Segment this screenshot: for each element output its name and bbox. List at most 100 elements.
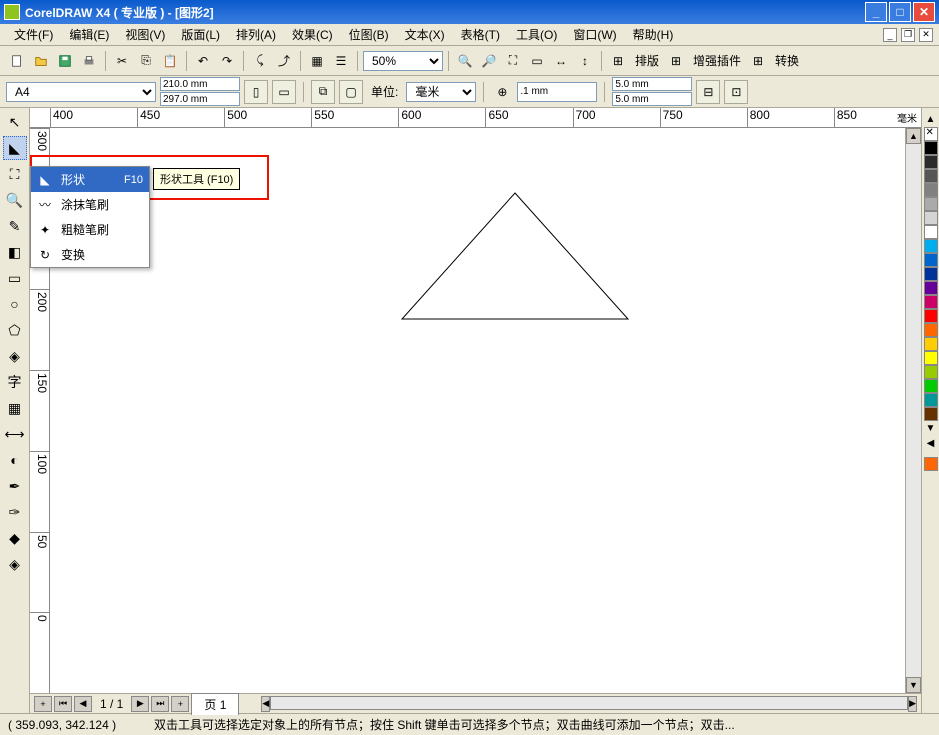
enhance-label[interactable]: 增强插件 — [689, 52, 745, 69]
page-height-input[interactable] — [160, 92, 240, 106]
outline-tool[interactable]: ✑ — [3, 500, 27, 524]
scroll-down-button[interactable]: ▼ — [906, 677, 921, 693]
scroll-right-button[interactable]: ▶ — [908, 696, 917, 712]
table-tool[interactable]: ▦ — [3, 396, 27, 420]
close-button[interactable]: ✕ — [913, 2, 935, 22]
current-page-button[interactable]: ▢ — [339, 80, 363, 104]
freehand-tool[interactable]: ✎ — [3, 214, 27, 238]
first-page-button[interactable]: ⏮ — [54, 696, 72, 712]
menu-arrange[interactable]: 排列(A) — [228, 24, 284, 45]
color-swatch[interactable] — [924, 295, 938, 309]
import-button[interactable]: ⤹ — [249, 50, 271, 72]
doc-restore-button[interactable]: ❐ — [901, 28, 915, 42]
open-button[interactable] — [30, 50, 52, 72]
redo-button[interactable]: ↷ — [216, 50, 238, 72]
menu-file[interactable]: 文件(F) — [6, 24, 61, 45]
color-swatch[interactable] — [924, 253, 938, 267]
interactive-tool[interactable]: ◐ — [3, 448, 27, 472]
paste-button[interactable]: 📋 — [159, 50, 181, 72]
menu-effects[interactable]: 效果(C) — [284, 24, 341, 45]
color-swatch[interactable] — [924, 365, 938, 379]
duplicate-y-input[interactable] — [612, 92, 692, 106]
save-button[interactable] — [54, 50, 76, 72]
menu-bitmap[interactable]: 位图(B) — [341, 24, 397, 45]
rectangle-tool[interactable]: ▭ — [3, 266, 27, 290]
crop-tool[interactable]: ⛶ — [3, 162, 27, 186]
palette-flyout-button[interactable]: ◀ — [925, 436, 937, 451]
snap-button[interactable]: ⊞ — [607, 50, 629, 72]
palette-down-button[interactable]: ▼ — [924, 421, 938, 436]
portrait-button[interactable]: ▯ — [244, 80, 268, 104]
new-button[interactable] — [6, 50, 28, 72]
add-page-after-button[interactable]: + — [171, 696, 189, 712]
horizontal-scrollbar[interactable]: ◀ ▶ — [261, 696, 917, 712]
app-launcher-button[interactable]: ▦ — [306, 50, 328, 72]
color-swatch[interactable] — [924, 197, 938, 211]
zoom-fit-button[interactable]: ⛶ — [502, 50, 524, 72]
page-width-input[interactable] — [160, 77, 240, 91]
menu-window[interactable]: 窗口(W) — [565, 24, 624, 45]
eyedropper-tool[interactable]: ✒ — [3, 474, 27, 498]
welcome-button[interactable]: ☰ — [330, 50, 352, 72]
color-swatch[interactable] — [924, 379, 938, 393]
enhance-icon[interactable]: ⊞ — [665, 50, 687, 72]
color-swatch[interactable] — [924, 281, 938, 295]
minimize-button[interactable]: _ — [865, 2, 887, 22]
palette-up-button[interactable]: ▲ — [924, 112, 938, 127]
secondary-color-swatch[interactable] — [924, 457, 938, 471]
scroll-up-button[interactable]: ▲ — [906, 128, 921, 144]
pick-tool[interactable]: ↖ — [3, 110, 27, 134]
color-swatch[interactable] — [924, 337, 938, 351]
options-button-1[interactable]: ⊟ — [696, 80, 720, 104]
fill-tool[interactable]: ◆ — [3, 526, 27, 550]
maximize-button[interactable]: □ — [889, 2, 911, 22]
vertical-scrollbar[interactable]: ▲ ▼ — [905, 128, 921, 693]
prev-page-button[interactable]: ◀ — [74, 696, 92, 712]
landscape-button[interactable]: ▭ — [272, 80, 296, 104]
export-button[interactable]: ⤴ — [273, 50, 295, 72]
copy-button[interactable]: ⎘ — [135, 50, 157, 72]
color-swatch[interactable] — [924, 183, 938, 197]
ellipse-tool[interactable]: ○ — [3, 292, 27, 316]
menu-table[interactable]: 表格(T) — [453, 24, 508, 45]
shape-tool[interactable]: ◣ — [3, 136, 27, 160]
doc-minimize-button[interactable]: _ — [883, 28, 897, 42]
zoom-width-button[interactable]: ↔ — [550, 50, 572, 72]
page-tab-1[interactable]: 页 1 — [191, 693, 239, 715]
drawing-canvas[interactable] — [50, 128, 905, 693]
undo-button[interactable]: ↶ — [192, 50, 214, 72]
zoom-tool[interactable]: 🔍 — [3, 188, 27, 212]
zoom-select[interactable]: 50% — [363, 51, 443, 71]
cut-button[interactable]: ✂ — [111, 50, 133, 72]
color-swatch[interactable] — [924, 393, 938, 407]
color-swatch[interactable] — [924, 225, 938, 239]
smart-fill-tool[interactable]: ◧ — [3, 240, 27, 264]
convert-label[interactable]: 转换 — [771, 52, 803, 69]
menu-tools[interactable]: 工具(O) — [508, 24, 565, 45]
last-page-button[interactable]: ⏭ — [151, 696, 169, 712]
no-fill-swatch[interactable] — [924, 127, 938, 141]
dimension-tool[interactable]: ⟷ — [3, 422, 27, 446]
menu-text[interactable]: 文本(X) — [397, 24, 453, 45]
zoom-out-button[interactable]: 🔎 — [478, 50, 500, 72]
text-tool[interactable]: 字 — [3, 370, 27, 394]
color-swatch[interactable] — [924, 407, 938, 421]
color-swatch[interactable] — [924, 155, 938, 169]
menu-help[interactable]: 帮助(H) — [625, 24, 682, 45]
duplicate-x-input[interactable] — [612, 77, 692, 91]
menu-view[interactable]: 视图(V) — [117, 24, 173, 45]
color-swatch[interactable] — [924, 141, 938, 155]
flyout-transform[interactable]: ↻ 变换 — [31, 242, 149, 267]
options-button-2[interactable]: ⊡ — [724, 80, 748, 104]
zoom-page-button[interactable]: ▭ — [526, 50, 548, 72]
nudge-input[interactable] — [517, 82, 597, 102]
color-swatch[interactable] — [924, 267, 938, 281]
flyout-smudge-brush[interactable]: 〰 涂抹笔刷 — [31, 192, 149, 217]
banban-label[interactable]: 排版 — [631, 52, 663, 69]
color-swatch[interactable] — [924, 351, 938, 365]
add-page-button[interactable]: + — [34, 696, 52, 712]
unit-select[interactable]: 毫米 — [406, 82, 476, 102]
zoom-in-button[interactable]: 🔍 — [454, 50, 476, 72]
color-swatch[interactable] — [924, 309, 938, 323]
scroll-left-button[interactable]: ◀ — [261, 696, 270, 712]
